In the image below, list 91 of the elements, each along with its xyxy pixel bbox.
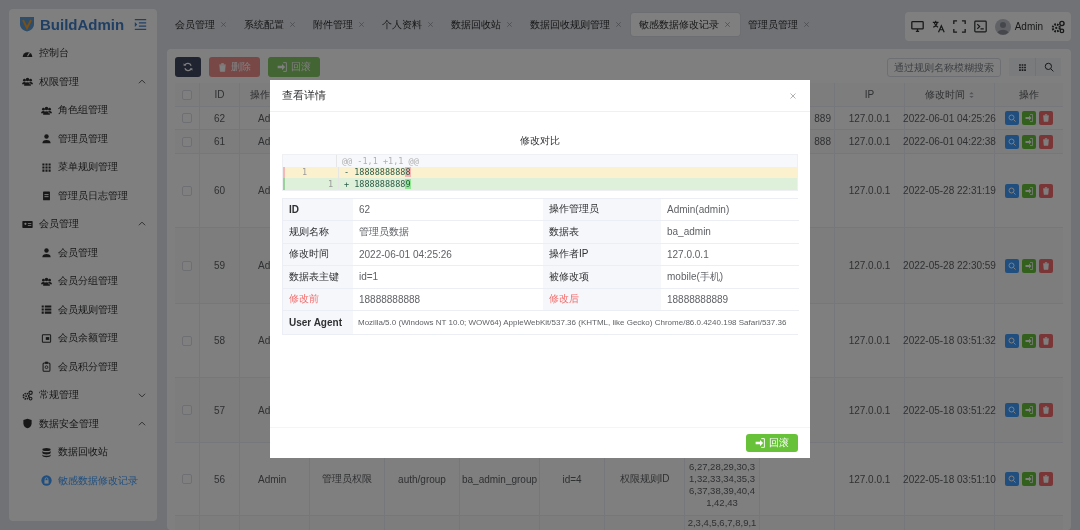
table-cell: 2022-05-18 03:51:22 bbox=[903, 404, 996, 416]
table-cell: 58 bbox=[213, 335, 226, 346]
code-line: - 18888888888 bbox=[343, 167, 411, 178]
table-cell: 权限规则ID bbox=[619, 472, 670, 486]
tab[interactable]: 附件管理 bbox=[305, 13, 374, 36]
tab[interactable]: 会员管理 bbox=[167, 13, 236, 36]
column-header: ID bbox=[214, 89, 225, 100]
user-menu[interactable]: Admin bbox=[994, 18, 1044, 35]
table-cell: Ad bbox=[258, 335, 271, 346]
tab[interactable]: 个人资料 bbox=[374, 13, 443, 36]
field-label: 修改前 bbox=[283, 288, 353, 311]
field-label: ID bbox=[283, 198, 353, 221]
dialog-title: 查看详情 bbox=[282, 88, 326, 103]
sidebar-item[interactable]: 角色组管理 bbox=[19, 96, 147, 125]
field-label: 操作者IP bbox=[543, 243, 661, 266]
sidebar-item[interactable]: 管理员日志管理 bbox=[19, 181, 147, 210]
table-cell: 管理员权限 bbox=[322, 472, 372, 486]
table-cell: 61 bbox=[213, 136, 226, 147]
table-cell: 2022-05-28 22:30:59 bbox=[903, 260, 996, 271]
sidebar-item[interactable]: 会员分组管理 bbox=[19, 267, 147, 296]
table-cell: Ad bbox=[258, 260, 271, 271]
table-cell: 59 bbox=[213, 260, 226, 271]
table-cell: 127.0.0.1 bbox=[848, 473, 891, 485]
code-line: @@ -1,1 +1,1 @@ bbox=[341, 155, 419, 166]
app-logo: BuildAdmin bbox=[40, 15, 126, 33]
field-label: 修改时间 bbox=[283, 243, 353, 266]
field-label: User Agent bbox=[283, 311, 353, 334]
tab[interactable]: 敏感数据修改记录 bbox=[631, 13, 740, 36]
column-header: 操作 bbox=[250, 87, 270, 102]
field-label: 数据表主键 bbox=[283, 266, 353, 289]
field-value: Admin(admin) bbox=[661, 198, 799, 221]
table-cell: 60 bbox=[213, 185, 226, 196]
sidebar-item[interactable]: 菜单规则管理 bbox=[19, 153, 147, 182]
line-number: 1 bbox=[312, 178, 339, 190]
table-cell: 62 bbox=[213, 112, 226, 124]
table-cell: 127.0.0.1 bbox=[848, 112, 891, 124]
table-cell: auth/group bbox=[398, 473, 446, 485]
table-cell: 889 bbox=[814, 112, 831, 124]
field-value: mobile(手机) bbox=[661, 266, 799, 289]
field-label: 规则名称 bbox=[283, 221, 353, 244]
table-cell: 2022-05-18 03:51:10 bbox=[903, 473, 996, 485]
sidebar-item[interactable]: 会员管理 bbox=[19, 210, 147, 239]
column-header: 操作 bbox=[1019, 87, 1039, 102]
table-cell: Ad bbox=[258, 112, 271, 124]
table-cell: 127.0.0.1 bbox=[848, 335, 891, 346]
line-number: 1 bbox=[300, 167, 308, 178]
column-header: IP bbox=[864, 89, 875, 100]
sidebar-item[interactable]: 权限管理 bbox=[19, 67, 147, 96]
table-cell: 127.0.0.1 bbox=[848, 260, 891, 271]
field-label: 操作管理员 bbox=[543, 198, 661, 221]
table-cell: 888 bbox=[814, 136, 831, 147]
field-value: ba_admin bbox=[661, 221, 799, 244]
sidebar-item[interactable]: 数据回收站 bbox=[19, 438, 147, 467]
table-cell: 57 bbox=[213, 404, 226, 416]
table-cell: Ad bbox=[258, 404, 271, 416]
sidebar-item[interactable]: 管理员管理 bbox=[19, 124, 147, 153]
field-value: 127.0.0.1 bbox=[661, 243, 799, 266]
table-cell: 56 bbox=[213, 473, 226, 485]
table-cell: 2022-06-01 04:22:38 bbox=[903, 136, 996, 147]
sidebar-item[interactable]: 会员管理 bbox=[19, 238, 147, 267]
table-cell: Ad bbox=[258, 185, 271, 196]
table-cell: 2022-05-18 03:51:32 bbox=[903, 335, 996, 346]
sidebar-item[interactable]: 数据安全管理 bbox=[19, 409, 147, 438]
tab[interactable]: 数据回收规则管理 bbox=[522, 13, 631, 36]
table-cell: 2,3,4,5,6,7,8,9,1 bbox=[687, 517, 757, 529]
tab[interactable]: 数据回收站 bbox=[443, 13, 522, 36]
sidebar-item[interactable]: 控制台 bbox=[19, 39, 147, 68]
user-name: Admin bbox=[1014, 21, 1044, 32]
sidebar-item[interactable]: 会员积分管理 bbox=[19, 352, 147, 381]
table-cell: 2022-05-28 22:31:19 bbox=[903, 185, 996, 196]
column-header: 修改时间 bbox=[924, 87, 965, 102]
table-cell: 6,27,28,29,30,31,32,33,34,35,36,37,38,39,40,41,42,43 bbox=[688, 461, 756, 509]
sidebar-item[interactable]: 会员余额管理 bbox=[19, 324, 147, 353]
table-cell: ba_admin_group bbox=[461, 473, 538, 485]
field-label: 数据表 bbox=[543, 221, 661, 244]
field-value: 18888888889 bbox=[661, 288, 799, 311]
field-label: 修改后 bbox=[543, 288, 661, 311]
table-cell: 127.0.0.1 bbox=[848, 136, 891, 147]
table-cell: Ad bbox=[258, 136, 271, 147]
sidebar-item[interactable]: 会员规则管理 bbox=[19, 295, 147, 324]
table-cell: id=4 bbox=[562, 473, 582, 485]
table-cell: 127.0.0.1 bbox=[848, 404, 891, 416]
table-cell: Admin bbox=[258, 473, 287, 485]
field-label: 被修改项 bbox=[543, 266, 661, 289]
code-line: + 18888888889 bbox=[343, 178, 411, 189]
tab[interactable]: 管理员管理 bbox=[740, 13, 819, 36]
table-cell: 2022-06-01 04:25:26 bbox=[903, 112, 996, 124]
tab[interactable]: 系统配置 bbox=[236, 13, 305, 36]
diff-title: 修改对比 bbox=[519, 134, 561, 148]
sidebar-item[interactable]: 常规管理 bbox=[19, 381, 147, 410]
table-cell: 127.0.0.1 bbox=[848, 185, 891, 196]
